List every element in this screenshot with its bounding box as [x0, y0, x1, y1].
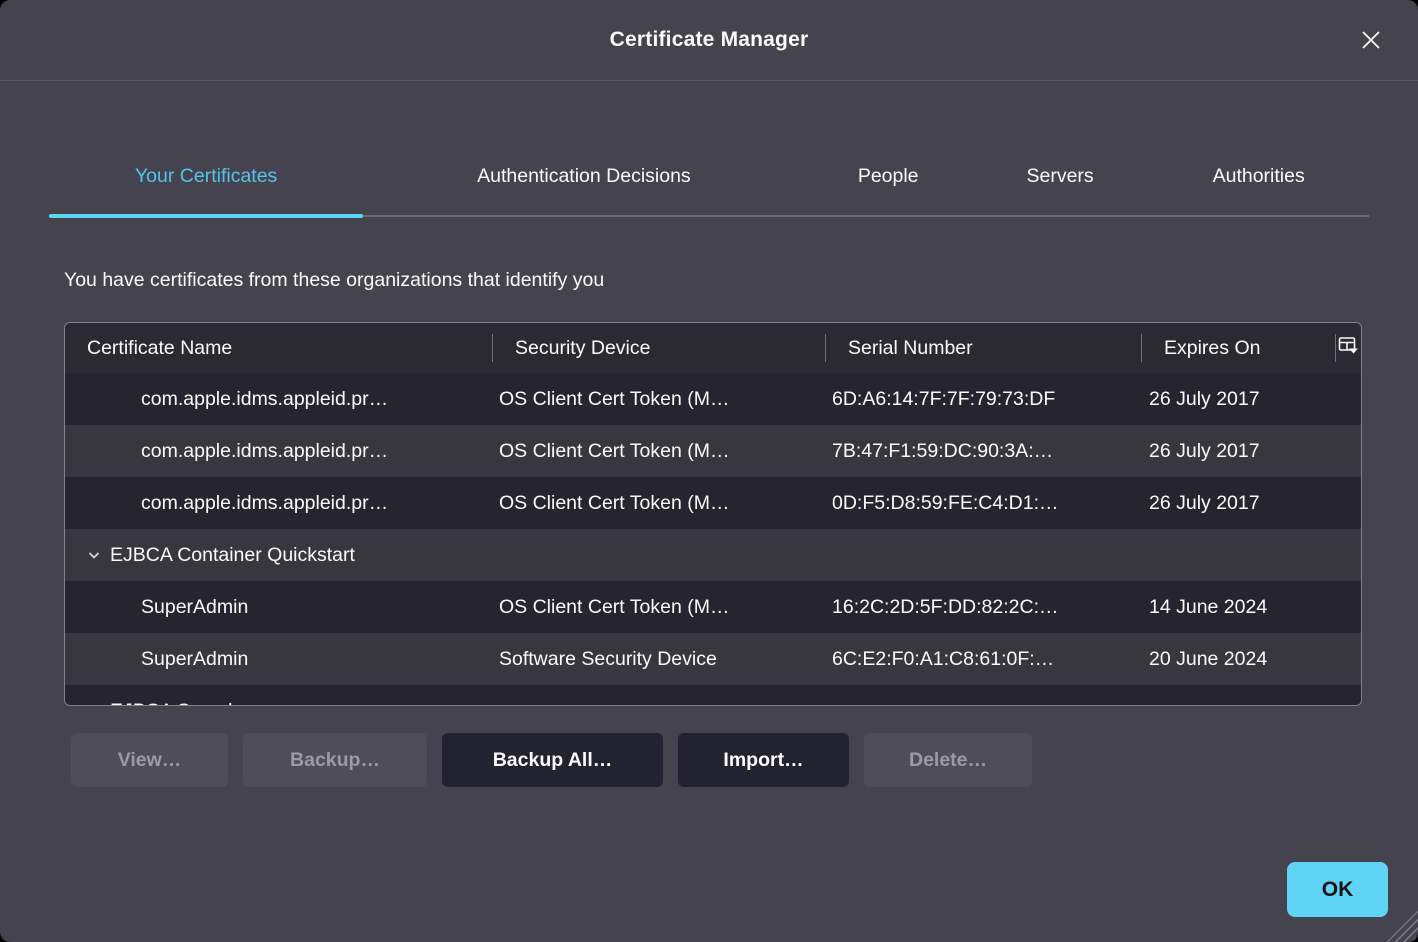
cert-expires: 14 June 2024	[1142, 596, 1336, 619]
import-button[interactable]: Import…	[678, 733, 849, 787]
cert-expires: 26 July 2017	[1142, 440, 1336, 463]
cert-device: OS Client Cert Token (M…	[493, 388, 826, 411]
intro-text: You have certificates from these organiz…	[64, 269, 1362, 292]
column-picker-icon	[1338, 335, 1359, 362]
table-row[interactable]: com.apple.idms.appleid.pr… OS Client Cer…	[65, 373, 1361, 425]
titlebar: Certificate Manager	[0, 0, 1418, 81]
tab-people[interactable]: People	[805, 139, 972, 215]
backup-button[interactable]: Backup…	[243, 733, 427, 787]
tab-servers[interactable]: Servers	[972, 139, 1149, 215]
cert-device: Software Security Device	[493, 648, 826, 671]
column-header-expires-on[interactable]: Expires On	[1142, 323, 1336, 373]
cert-serial: 0D:F5:D8:59:FE:C4:D1:…	[826, 492, 1142, 515]
cert-device: OS Client Cert Token (M…	[493, 492, 826, 515]
tab-bar: Your Certificates Authentication Decisio…	[49, 139, 1369, 217]
table-row[interactable]: com.apple.idms.appleid.pr… OS Client Cer…	[65, 477, 1361, 529]
cert-expires: 26 July 2017	[1142, 388, 1336, 411]
cert-name: SuperAdmin	[65, 648, 493, 671]
chevron-down-icon[interactable]	[86, 703, 102, 706]
column-header-serial-number[interactable]: Serial Number	[826, 323, 1142, 373]
cert-device: OS Client Cert Token (M…	[493, 596, 826, 619]
certificate-manager-dialog: Certificate Manager Your Certificates Au…	[0, 0, 1418, 942]
cert-device: OS Client Cert Token (M…	[493, 440, 826, 463]
close-button[interactable]	[1352, 22, 1390, 60]
cert-expires: 26 July 2017	[1142, 492, 1336, 515]
column-header-security-device[interactable]: Security Device	[493, 323, 826, 373]
certificate-table: Certificate Name Security Device Serial …	[64, 322, 1362, 706]
ok-button[interactable]: OK	[1287, 862, 1388, 917]
delete-button[interactable]: Delete…	[864, 733, 1032, 787]
cert-name: com.apple.idms.appleid.pr…	[65, 440, 493, 463]
table-row[interactable]: SuperAdmin Software Security Device 6C:E…	[65, 633, 1361, 685]
tab-authentication-decisions[interactable]: Authentication Decisions	[363, 139, 804, 215]
action-button-row: View… Backup… Backup All… Import… Delete…	[71, 733, 1418, 787]
view-button[interactable]: View…	[71, 733, 228, 787]
cert-expires: 20 June 2024	[1142, 648, 1336, 671]
close-icon	[1359, 28, 1383, 55]
cert-name: com.apple.idms.appleid.pr…	[65, 388, 493, 411]
group-label: EJBCA Sample	[110, 700, 243, 707]
table-header: Certificate Name Security Device Serial …	[65, 323, 1361, 373]
cert-name: com.apple.idms.appleid.pr…	[65, 492, 493, 515]
group-row-partial[interactable]: EJBCA Sample	[65, 685, 1361, 706]
cert-serial: 7B:47:F1:59:DC:90:3A:…	[826, 440, 1142, 463]
cert-serial: 6C:E2:F0:A1:C8:61:0F:…	[826, 648, 1142, 671]
column-picker-button[interactable]	[1336, 323, 1361, 373]
group-row-ejbca-container-quickstart[interactable]: EJBCA Container Quickstart	[65, 529, 1361, 581]
tab-your-certificates[interactable]: Your Certificates	[49, 139, 363, 215]
certificate-list: com.apple.idms.appleid.pr… OS Client Cer…	[65, 373, 1361, 706]
backup-all-button[interactable]: Backup All…	[442, 733, 663, 787]
dialog-title: Certificate Manager	[610, 28, 809, 52]
column-header-certificate-name[interactable]: Certificate Name	[65, 323, 493, 373]
cert-serial: 6D:A6:14:7F:7F:79:73:DF	[826, 388, 1142, 411]
cert-serial: 16:2C:2D:5F:DD:82:2C:…	[826, 596, 1142, 619]
table-row[interactable]: SuperAdmin OS Client Cert Token (M… 16:2…	[65, 581, 1361, 633]
chevron-down-icon[interactable]	[86, 547, 102, 563]
group-label: EJBCA Container Quickstart	[110, 544, 355, 567]
cert-name: SuperAdmin	[65, 596, 493, 619]
table-row[interactable]: com.apple.idms.appleid.pr… OS Client Cer…	[65, 425, 1361, 477]
tab-authorities[interactable]: Authorities	[1148, 139, 1369, 215]
